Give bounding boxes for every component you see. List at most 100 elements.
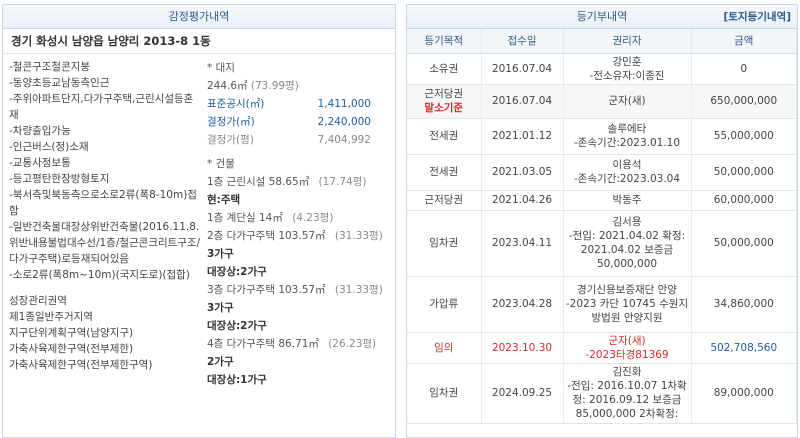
registry-table: 등기목적 접수일 권리자 금액 소유권 2016.07.04 강민훈 -전소유자:이종… xyxy=(407,29,797,424)
building-line-text: 현:주택 xyxy=(207,194,241,206)
registry-date: 2023.04.28 xyxy=(481,276,564,333)
land-heading: * 대지 xyxy=(207,62,235,74)
registry-purpose: 전세권 xyxy=(407,118,482,155)
building-line-pyeong: (17.74평) xyxy=(315,176,367,188)
registry-date: 2021.01.12 xyxy=(481,118,564,155)
registry-panel-title: 등기부내역 [토지등기내역] xyxy=(407,5,797,29)
registry-holder: 솔루에타 -존속기간:2023.01.10 xyxy=(563,118,692,155)
appraisal-note-item xyxy=(5,283,201,293)
appraisal-note-item: -일반건축물대장상위반건축물(2016.11.8.위반내용불법대수선/1층/철근… xyxy=(9,221,201,265)
building-line-text: 4층 다가구주택 86.71㎡ xyxy=(207,338,319,350)
appraisal-note-item: 지구단위계획구역(남양지구) xyxy=(9,327,134,339)
building-line-text: 1층 계단실 14㎡ xyxy=(207,212,283,224)
registry-row: 전세권 2021.03.05 이용석 -존속기간:2023.03.04 50,000,0… xyxy=(407,154,797,191)
property-address: 경기 화성시 남양읍 남양리 2013-8 1동 xyxy=(3,29,395,54)
building-line: 대장상:2가구 xyxy=(203,263,393,281)
registry-amount: 55,000,000 xyxy=(691,118,797,155)
appraisal-note-item: -철콘구조철콘지붕 xyxy=(9,61,91,73)
registry-date: 2024.09.25 xyxy=(481,363,564,424)
registry-holder: 김서용 -전입: 2021.04.02 확정: 2021.04.02 보증금 50… xyxy=(563,210,692,277)
appraisal-note-item: 제1종일반주거지역 xyxy=(9,311,93,323)
registry-date: 2021.04.26 xyxy=(481,190,564,211)
registry-date: 2016.07.04 xyxy=(481,53,564,85)
registry-row: 근저당권 2021.04.26 박동주 60,000,000 xyxy=(407,190,797,211)
registry-date: 2021.03.05 xyxy=(481,154,564,191)
decided-pyeong-value: 7,404,992 xyxy=(317,134,371,146)
appraisal-panel: 감정평가내역 경기 화성시 남양읍 남양리 2013-8 1동 -철콘구조철콘지… xyxy=(2,4,396,438)
building-line: 3가구 xyxy=(203,299,393,317)
appraisal-note-item: -등고평탄한장방형토지 xyxy=(9,173,110,185)
appraisal-note-item: -주위아파트단지,다가구주택,근린시설등혼재 xyxy=(9,93,194,121)
registry-row: 소유권 2016.07.04 강민훈 -전소유자:이종진 0 xyxy=(407,53,797,85)
registry-amount: 50,000,000 xyxy=(691,210,797,277)
building-line: 현:주택 xyxy=(203,191,393,209)
building-line-text: 대장상:1가구 xyxy=(207,374,267,386)
registry-row: 임의 2023.10.30 군자(새) -2023타경81369 502,708,560 xyxy=(407,332,797,364)
building-line: 4층 다가구주택 86.71㎡ (26.23평) xyxy=(203,335,393,353)
registry-amount: 89,000,000 xyxy=(691,363,797,424)
registry-panel: 등기부내역 [토지등기내역] 등기목적 접수일 권리자 금액 소유권 2016.0… xyxy=(406,4,798,438)
appraisal-note-item: -교통사정보통 xyxy=(9,157,71,169)
building-line: 2층 다가구주택 103.57㎡ (31.33평) xyxy=(203,227,393,245)
registry-holder: 경기신용보증재단 안양 -2023 카단 10745 수원지방법원 안양지원 xyxy=(563,276,692,333)
registry-purpose: 가압류 xyxy=(407,276,482,333)
registry-amount: 650,000,000 xyxy=(691,84,797,119)
appraisal-note-item: -북서측및북동측으로소로2류(폭8-10m)접함 xyxy=(9,189,197,217)
registry-purpose: 임의 xyxy=(407,332,482,364)
building-line: 대장상:2가구 xyxy=(203,317,393,335)
baseline-right-badge: 말소기준 xyxy=(424,102,464,114)
building-line-text: 3가구 xyxy=(207,248,234,260)
appraisal-note-item: -차량출입가능 xyxy=(9,125,71,137)
building-line-text: 2가구 xyxy=(207,356,234,368)
appraisal-notes: -철콘구조철콘지붕 -동양초등교남동측인근 -주위아파트단지,다가구주택,근린시설등… xyxy=(5,59,201,373)
building-line-text: 2층 다가구주택 103.57㎡ xyxy=(207,230,326,242)
building-line-pyeong: (26.23평) xyxy=(324,338,377,350)
land-registry-link[interactable]: [토지등기내역] xyxy=(723,5,791,29)
building-line: 3층 다가구주택 103.57㎡ (31.33평) xyxy=(203,281,393,299)
building-line-text: 대장상:2가구 xyxy=(207,266,267,278)
registry-amount: 60,000,000 xyxy=(691,190,797,211)
registry-purpose: 근저당권 xyxy=(407,190,482,211)
col-amount: 금액 xyxy=(691,29,797,54)
registry-header-row: 등기목적 접수일 권리자 금액 xyxy=(407,29,797,54)
appraisal-note-item: 성장관리권역 xyxy=(9,295,67,307)
public-price-value: 1,411,000 xyxy=(317,98,371,110)
registry-title-text: 등기부내역 xyxy=(576,10,628,23)
registry-amount: 34,860,000 xyxy=(691,276,797,333)
building-line: 1층 근린시설 58.65㎡ (17.74평) xyxy=(203,173,393,191)
registry-purpose: 임차권 xyxy=(407,210,482,277)
col-holder: 권리자 xyxy=(563,29,692,54)
appraisal-details: * 대지 244.6㎡ (73.99평) 표준공시(㎡) 1,411,000 결… xyxy=(203,59,393,389)
land-area-pyeong: (73.99평) xyxy=(250,80,299,92)
registry-purpose: 전세권 xyxy=(407,154,482,191)
col-purpose: 등기목적 xyxy=(407,29,482,54)
registry-holder: 강민훈 -전소유자:이종진 xyxy=(563,53,692,85)
building-line-pyeong: (4.23평) xyxy=(288,212,334,224)
registry-amount: 502,708,560 xyxy=(691,332,797,364)
registry-holder: 김진화 -전입: 2016.10.07 1차확정: 2016.09.12 보증금 … xyxy=(563,363,692,424)
decided-pyeong-label: 결정가(평) xyxy=(207,134,254,146)
building-line-text: 3층 다가구주택 103.57㎡ xyxy=(207,284,326,296)
registry-amount: 50,000,000 xyxy=(691,154,797,191)
building-line: 3가구 xyxy=(203,245,393,263)
public-price-row: 표준공시(㎡) 1,411,000 xyxy=(203,95,393,113)
registry-row: 전세권 2021.01.12 솔루에타 -존속기간:2023.01.10 55,000,… xyxy=(407,118,797,155)
col-date: 접수일 xyxy=(481,29,564,54)
registry-amount: 0 xyxy=(691,53,797,85)
building-line-text: 대장상:2가구 xyxy=(207,320,267,332)
registry-holder: 군자(새) xyxy=(563,84,692,119)
registry-holder: 박동주 xyxy=(563,190,692,211)
registry-date: 2023.10.30 xyxy=(481,332,564,364)
registry-row: 임차권 2024.09.25 김진화 -전입: 2016.10.07 1차확정: 20… xyxy=(407,363,797,424)
building-line-text: 3가구 xyxy=(207,302,234,314)
building-line: 1층 계단실 14㎡ (4.23평) xyxy=(203,209,393,227)
decided-price-label: 결정가(㎡) xyxy=(207,116,255,128)
building-line-text: 1층 근린시설 58.65㎡ xyxy=(207,176,310,188)
building-line-pyeong: (31.33평) xyxy=(331,284,383,296)
land-area-value: 244.6㎡ xyxy=(207,80,248,92)
land-area: 244.6㎡ (73.99평) xyxy=(203,77,393,95)
registry-date: 2023.04.11 xyxy=(481,210,564,277)
appraisal-note-item: -인근버스(정)소재 xyxy=(9,141,89,153)
registry-row: 근저당권 말소기준 2016.07.04 군자(새) 650,000,000 xyxy=(407,84,797,119)
building-line-pyeong: (31.33평) xyxy=(331,230,383,242)
